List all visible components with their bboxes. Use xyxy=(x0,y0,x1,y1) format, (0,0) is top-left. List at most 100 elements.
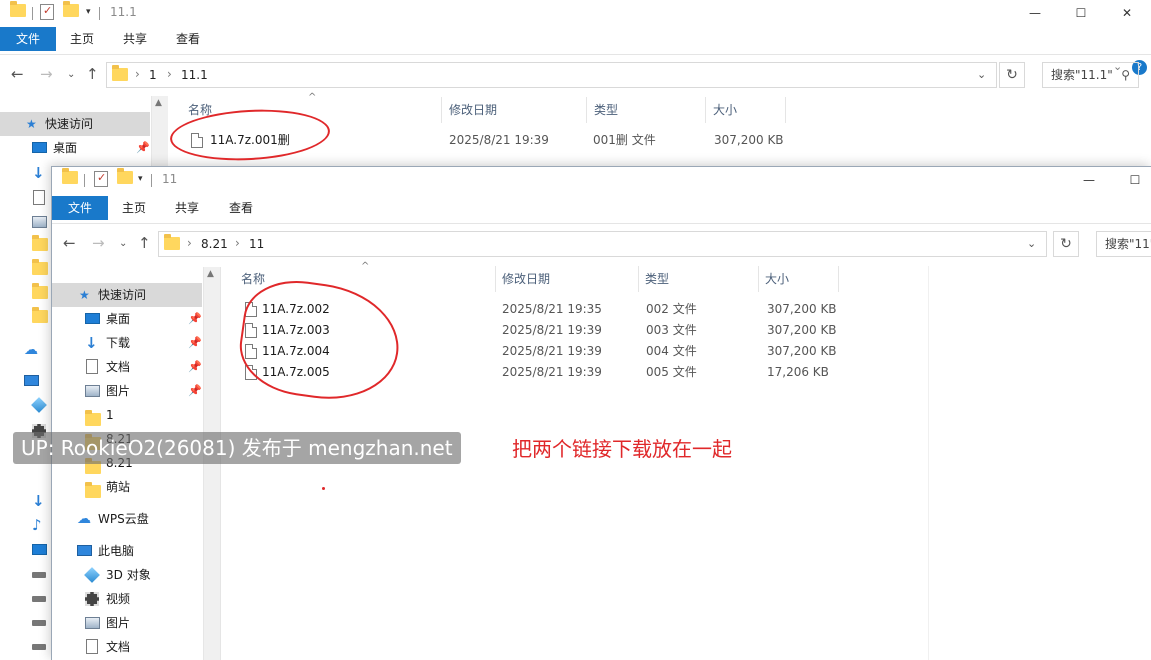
column-divider[interactable] xyxy=(838,266,839,292)
pin-icon[interactable]: 📌 xyxy=(188,331,202,355)
column-divider[interactable] xyxy=(586,97,587,123)
up-arrow-icon[interactable]: ↑ xyxy=(86,65,99,83)
maximize-icon[interactable]: ☐ xyxy=(1112,167,1151,193)
column-type[interactable]: 类型 xyxy=(594,97,618,123)
breadcrumb-item[interactable]: 11 xyxy=(249,237,264,251)
title-bar: ▾ 11 — ☐ xyxy=(52,167,1151,193)
search-placeholder: 搜索"11" xyxy=(1105,237,1151,251)
search-placeholder: 搜索"11.1" xyxy=(1051,68,1113,82)
properties-icon[interactable] xyxy=(94,171,108,190)
drive-icon xyxy=(32,644,46,650)
nav-desktop[interactable]: 桌面 📌 xyxy=(52,307,202,331)
folder-icon xyxy=(32,283,48,299)
refresh-icon[interactable]: ↻ xyxy=(999,62,1025,88)
column-divider[interactable] xyxy=(495,266,496,292)
nav-videos[interactable]: 视频 xyxy=(52,587,202,611)
address-bar[interactable]: › 8.21 › 11 ⌄ xyxy=(158,231,1047,257)
folder-icon xyxy=(112,65,128,84)
folder-icon xyxy=(85,482,101,506)
maximize-icon[interactable]: ☐ xyxy=(1058,0,1104,26)
column-modified[interactable]: 修改日期 xyxy=(449,97,497,123)
minimize-icon[interactable]: — xyxy=(1066,167,1112,193)
drive-icon xyxy=(32,596,46,602)
folder-icon xyxy=(10,1,26,20)
column-divider[interactable] xyxy=(785,97,786,123)
up-arrow-icon[interactable]: ↑ xyxy=(138,234,151,252)
nav-folder-mengzhan[interactable]: 萌站 xyxy=(52,475,202,499)
nav-label: 文档 xyxy=(106,360,131,374)
tab-home[interactable]: 主页 xyxy=(58,27,106,51)
minimize-icon[interactable]: — xyxy=(1012,0,1058,26)
quick-access-dropdown-icon[interactable]: ▾ xyxy=(138,174,143,184)
tab-view[interactable]: 查看 xyxy=(217,196,265,220)
pin-icon[interactable]: 📌 xyxy=(188,307,202,331)
file-modified: 2025/8/21 19:39 xyxy=(449,133,549,147)
file-modified: 2025/8/21 19:39 xyxy=(502,344,602,358)
recent-dropdown-icon[interactable]: ⌄ xyxy=(67,69,75,80)
column-modified[interactable]: 修改日期 xyxy=(502,266,550,292)
breadcrumb-item[interactable]: 11.1 xyxy=(181,68,208,82)
pin-icon[interactable]: 📌 xyxy=(188,379,202,403)
forward-arrow-icon[interactable]: → xyxy=(92,234,105,252)
nav-desktop[interactable]: 桌面 📌 xyxy=(0,136,150,160)
title-separator xyxy=(151,174,152,187)
properties-icon[interactable] xyxy=(40,4,54,23)
column-divider[interactable] xyxy=(638,266,639,292)
column-size[interactable]: 大小 xyxy=(765,266,789,292)
nav-pictures-pc[interactable]: 图片 xyxy=(52,611,202,635)
nav-folder-1[interactable]: 1 xyxy=(52,403,202,427)
tab-share[interactable]: 共享 xyxy=(163,196,211,220)
sort-ascending-icon: ^ xyxy=(308,92,317,103)
scroll-up-icon[interactable]: ▲ xyxy=(207,269,214,279)
chevron-down-icon[interactable]: ⌄ xyxy=(977,68,986,81)
quick-access-dropdown-icon[interactable]: ▾ xyxy=(86,7,91,17)
column-size[interactable]: 大小 xyxy=(713,97,737,123)
forward-arrow-icon[interactable]: → xyxy=(40,65,53,83)
nav-quick-access[interactable]: ★ 快速访问 xyxy=(52,283,202,307)
column-divider[interactable] xyxy=(705,97,706,123)
new-folder-icon[interactable] xyxy=(117,168,133,187)
close-icon[interactable]: ✕ xyxy=(1104,0,1150,26)
column-divider[interactable] xyxy=(758,266,759,292)
chevron-down-icon[interactable]: ⌄ xyxy=(1027,237,1036,250)
breadcrumb-item[interactable]: 8.21 xyxy=(201,237,228,251)
breadcrumb-item[interactable]: 1 xyxy=(149,68,157,82)
pin-icon[interactable]: 📌 xyxy=(136,136,150,160)
title-separator xyxy=(84,174,85,187)
scroll-up-icon[interactable]: ▲ xyxy=(155,98,162,108)
nav-scrollbar[interactable]: ▲ xyxy=(151,96,168,166)
recent-dropdown-icon[interactable]: ⌄ xyxy=(119,238,127,249)
back-arrow-icon[interactable]: ← xyxy=(11,65,24,83)
nav-pictures[interactable]: 图片 📌 xyxy=(52,379,202,403)
file-modified: 2025/8/21 19:35 xyxy=(502,302,602,316)
tab-file[interactable]: 文件 xyxy=(0,27,56,51)
tab-view[interactable]: 查看 xyxy=(164,27,212,51)
drive-icon xyxy=(32,620,46,626)
tab-home[interactable]: 主页 xyxy=(110,196,158,220)
nav-documents-pc[interactable]: 文档 xyxy=(52,635,202,659)
search-input[interactable]: 搜索"11" xyxy=(1096,231,1151,257)
nav-quick-access[interactable]: ★ 快速访问 xyxy=(0,112,150,136)
back-arrow-icon[interactable]: ← xyxy=(63,234,76,252)
file-type: 005 文件 xyxy=(646,365,697,379)
address-bar[interactable]: › 1 › 11.1 ⌄ xyxy=(106,62,997,88)
new-folder-icon[interactable] xyxy=(63,1,79,20)
column-divider[interactable] xyxy=(441,97,442,123)
music-icon: ♪ xyxy=(32,516,42,534)
tab-share[interactable]: 共享 xyxy=(111,27,159,51)
search-input[interactable]: 搜索"11.1" ⚲ xyxy=(1042,62,1139,88)
address-row: ← → ⌄ ↑ › 8.21 › 11 ⌄ ↻ 搜索"11" xyxy=(52,223,1151,263)
pin-icon[interactable]: 📌 xyxy=(188,355,202,379)
nav-this-pc[interactable]: 此电脑 xyxy=(52,539,202,563)
star-icon: ★ xyxy=(26,117,37,131)
tab-file[interactable]: 文件 xyxy=(52,196,108,220)
nav-downloads[interactable]: ↓ 下载 📌 xyxy=(52,331,202,355)
column-name[interactable]: 名称 xyxy=(241,266,265,292)
3d-objects-icon xyxy=(31,397,47,413)
column-type[interactable]: 类型 xyxy=(645,266,669,292)
file-modified: 2025/8/21 19:39 xyxy=(502,365,602,379)
nav-documents[interactable]: 文档 📌 xyxy=(52,355,202,379)
nav-3d-objects[interactable]: 3D 对象 xyxy=(52,563,202,587)
refresh-icon[interactable]: ↻ xyxy=(1053,231,1079,257)
nav-wps-cloud[interactable]: ☁ WPS云盘 xyxy=(52,507,202,531)
